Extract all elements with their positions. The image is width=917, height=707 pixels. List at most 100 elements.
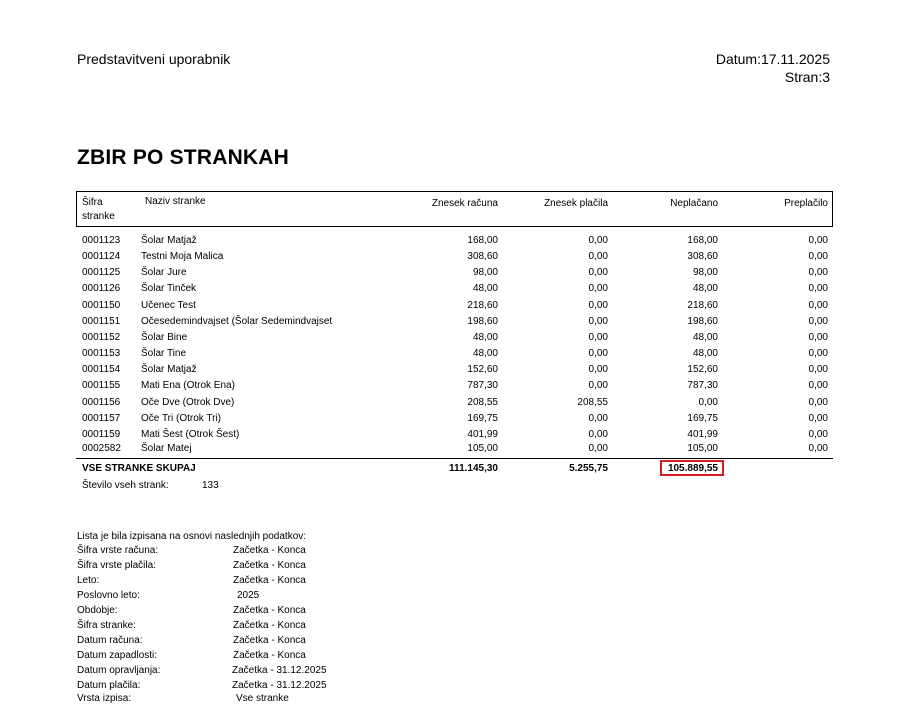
criteria-label: Datum zapadlosti:	[77, 650, 158, 661]
cell-invoice: 787,30	[467, 380, 498, 391]
cell-code: 0001153	[82, 348, 121, 359]
cell-name: Oče Tri (Otrok Tri)	[141, 413, 221, 424]
criteria-value: Začetka - Konca	[233, 575, 306, 586]
cell-name: Učenec Test	[141, 300, 196, 311]
cell-overpaid: 0,00	[808, 332, 828, 343]
cell-payment: 0,00	[588, 332, 608, 343]
cell-payment: 0,00	[588, 316, 608, 327]
page-number: Stran:3	[784, 69, 830, 85]
cell-code: 0001124	[82, 251, 121, 262]
cell-unpaid: 105,00	[687, 443, 718, 454]
cell-unpaid: 169,75	[687, 413, 718, 424]
cell-name: Šolar Matjaž	[141, 235, 197, 246]
criteria-label: Šifra vrste plačila:	[77, 560, 156, 571]
cell-overpaid: 0,00	[808, 251, 828, 262]
cell-unpaid: 48,00	[692, 348, 718, 359]
cell-code: 0001150	[82, 300, 121, 311]
cell-invoice: 208,55	[467, 397, 498, 408]
criteria-value: Začetka - Konca	[233, 545, 306, 556]
criteria-value: 2025	[237, 590, 260, 601]
criteria-label: Datum plačila:	[77, 680, 141, 691]
cell-code: 0001125	[82, 267, 121, 278]
cell-payment: 0,00	[588, 348, 608, 359]
cell-payment: 0,00	[588, 364, 608, 375]
cell-overpaid: 0,00	[808, 413, 828, 424]
cell-invoice: 105,00	[467, 443, 498, 454]
col-name: Naziv stranke	[145, 196, 206, 207]
col-code-line1: Šifra	[82, 197, 103, 208]
cell-name: Mati Šest (Otrok Šest)	[141, 429, 240, 440]
criteria-label: Poslovno leto:	[77, 590, 140, 601]
cell-overpaid: 0,00	[808, 235, 828, 246]
col-code-line2: stranke	[82, 211, 115, 222]
cell-code: 0001152	[82, 332, 121, 343]
cell-invoice: 198,60	[467, 316, 498, 327]
col-unpaid: Neplačano	[670, 198, 718, 209]
cell-name: Šolar Matjaž	[141, 364, 197, 375]
cell-unpaid: 401,99	[687, 429, 718, 440]
cell-overpaid: 0,00	[808, 348, 828, 359]
criteria-value: Začetka - 31.12.2025	[232, 665, 327, 676]
cell-overpaid: 0,00	[808, 364, 828, 375]
cell-unpaid: 152,60	[687, 364, 718, 375]
cell-overpaid: 0,00	[808, 267, 828, 278]
cell-code: 0001156	[82, 397, 121, 408]
cell-payment: 208,55	[577, 397, 608, 408]
criteria-value: Začetka - Konca	[233, 560, 306, 571]
cell-name: Šolar Bine	[141, 332, 188, 343]
criteria-label: Šifra stranke:	[77, 620, 136, 631]
cell-invoice: 152,60	[467, 364, 498, 375]
cell-payment: 0,00	[588, 251, 608, 262]
cell-unpaid: 48,00	[692, 332, 718, 343]
cell-name: Oče Dve (Otrok Dve)	[141, 397, 235, 408]
cell-unpaid: 48,00	[692, 283, 718, 294]
cell-name: Očesedemindvajset (Šolar Sedemindvajset	[141, 316, 333, 327]
criteria-value: Začetka - 31.12.2025	[232, 680, 327, 691]
report-title: ZBIR PO STRANKAH	[77, 146, 290, 169]
totals-divider	[76, 458, 833, 459]
cell-overpaid: 0,00	[808, 300, 828, 311]
criteria-value: Začetka - Konca	[233, 650, 306, 661]
criteria-label: Datum opravljanja:	[77, 665, 161, 676]
cell-name: Šolar Tine	[141, 348, 187, 359]
report-date: Datum:17.11.2025	[715, 51, 830, 67]
col-invoice: Znesek računa	[431, 198, 498, 209]
criteria-value: Začetka - Konca	[233, 635, 306, 646]
criteria-label: Šifra vrste računa:	[77, 545, 159, 556]
totals-payment: 5.255,75	[569, 463, 608, 474]
cell-code: 0001126	[82, 283, 121, 294]
cell-code: 0001159	[82, 429, 121, 440]
cell-unpaid: 787,30	[687, 380, 718, 391]
cell-name: Mati Ena (Otrok Ena)	[141, 380, 235, 391]
totals-invoice: 111.145,30	[449, 463, 498, 474]
cell-invoice: 218,60	[467, 300, 498, 311]
cell-overpaid: 0,00	[808, 443, 828, 454]
criteria-label: Vrsta izpisa:	[77, 693, 132, 704]
cell-payment: 0,00	[588, 413, 608, 424]
criteria-label: Obdobje:	[77, 605, 118, 616]
customer-count-value: 133	[202, 480, 219, 491]
cell-payment: 0,00	[588, 235, 608, 246]
criteria-value: Začetka - Konca	[233, 605, 306, 616]
cell-code: 0001155	[82, 380, 121, 391]
col-overpaid: Preplačilo	[784, 198, 828, 209]
cell-name: Testni Moja Malica	[141, 251, 224, 262]
cell-overpaid: 0,00	[808, 380, 828, 391]
cell-code: 0001123	[82, 235, 121, 246]
cell-code: 0001157	[82, 413, 121, 424]
customer-count-label: Število vseh strank:	[82, 480, 169, 491]
cell-invoice: 168,00	[467, 235, 498, 246]
cell-payment: 0,00	[588, 300, 608, 311]
highlight-box	[660, 460, 724, 476]
cell-unpaid: 0,00	[698, 397, 718, 408]
cell-payment: 0,00	[588, 443, 608, 454]
cell-invoice: 401,99	[467, 429, 498, 440]
cell-payment: 0,00	[588, 380, 608, 391]
criteria-value: Vse stranke	[236, 693, 289, 704]
cell-invoice: 48,00	[472, 332, 498, 343]
cell-unpaid: 168,00	[687, 235, 718, 246]
criteria-value: Začetka - Konca	[233, 620, 306, 631]
cell-payment: 0,00	[588, 267, 608, 278]
criteria-intro: Lista je bila izpisana na osnovi nasledn…	[77, 531, 307, 542]
cell-overpaid: 0,00	[808, 429, 828, 440]
